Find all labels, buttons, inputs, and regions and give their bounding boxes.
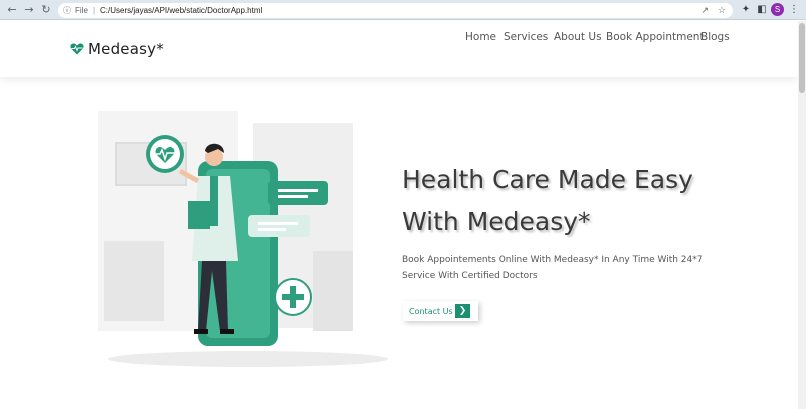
heart-pulse-icon (70, 43, 84, 55)
address-separator: | (93, 6, 96, 15)
profile-avatar[interactable]: S (771, 3, 784, 16)
page-scrollbar[interactable] (798, 21, 806, 409)
site-header: Medeasy* Home Services About Us Book App… (0, 21, 798, 77)
forward-arrow-icon[interactable]: → (22, 3, 36, 17)
browser-menu-icon[interactable]: ⋮ (789, 3, 799, 17)
hero-subtitle: Book Appointements Online With Medeasy* … (402, 252, 702, 284)
nav-book-appointment[interactable]: Book Appointment (606, 31, 704, 43)
contact-us-label: Contact Us (409, 306, 453, 316)
chat-bubble-icon (268, 181, 328, 205)
hero-subtitle-line-2: Service With Certified Doctors (402, 271, 538, 281)
clipboard-icon (188, 201, 210, 229)
extensions-puzzle-icon[interactable]: ✦ (739, 3, 753, 17)
nav-services[interactable]: Services (504, 31, 548, 43)
file-label: File (75, 6, 88, 15)
scrollbar-thumb[interactable] (799, 23, 805, 93)
nav-home[interactable]: Home (465, 31, 496, 43)
contact-us-button[interactable]: Contact Us ❯ (403, 301, 478, 321)
back-arrow-icon[interactable]: ← (5, 3, 19, 17)
nav-about-us[interactable]: About Us (554, 31, 602, 43)
chat-bubble-light-icon (248, 215, 310, 237)
share-icon[interactable]: ↗ (701, 3, 709, 18)
hero-title: Health Care Made Easy With Medeasy* (402, 159, 693, 243)
brand-logo[interactable]: Medeasy* (70, 39, 164, 59)
hero-subtitle-line-1: Book Appointements Online With Medeasy* … (402, 255, 703, 265)
hero-title-line-2: With Medeasy* (402, 207, 591, 236)
reload-icon[interactable]: ↻ (39, 3, 53, 17)
brand-name: Medeasy* (88, 40, 164, 58)
bookmark-star-icon[interactable]: ☆ (718, 3, 726, 18)
nav-blogs[interactable]: Blogs (701, 31, 730, 43)
page-viewport: Medeasy* Home Services About Us Book App… (0, 21, 798, 409)
chevron-right-icon: ❯ (455, 304, 470, 318)
hero-title-line-1: Health Care Made Easy (402, 165, 693, 194)
doctor-illustration (98, 111, 388, 367)
address-bar[interactable]: ⓘ File | C:/Users/jayas/API/web/static/D… (58, 3, 733, 18)
address-url[interactable]: C:/Users/jayas/API/web/static/DoctorApp.… (100, 3, 262, 18)
info-icon[interactable]: ⓘ (63, 3, 72, 18)
side-panel-icon[interactable]: ◧ (755, 3, 769, 17)
main-nav: Home Services About Us Book Appointment … (465, 31, 735, 49)
browser-toolbar: ← → ↻ ⓘ File | C:/Users/jayas/API/web/st… (0, 0, 806, 20)
